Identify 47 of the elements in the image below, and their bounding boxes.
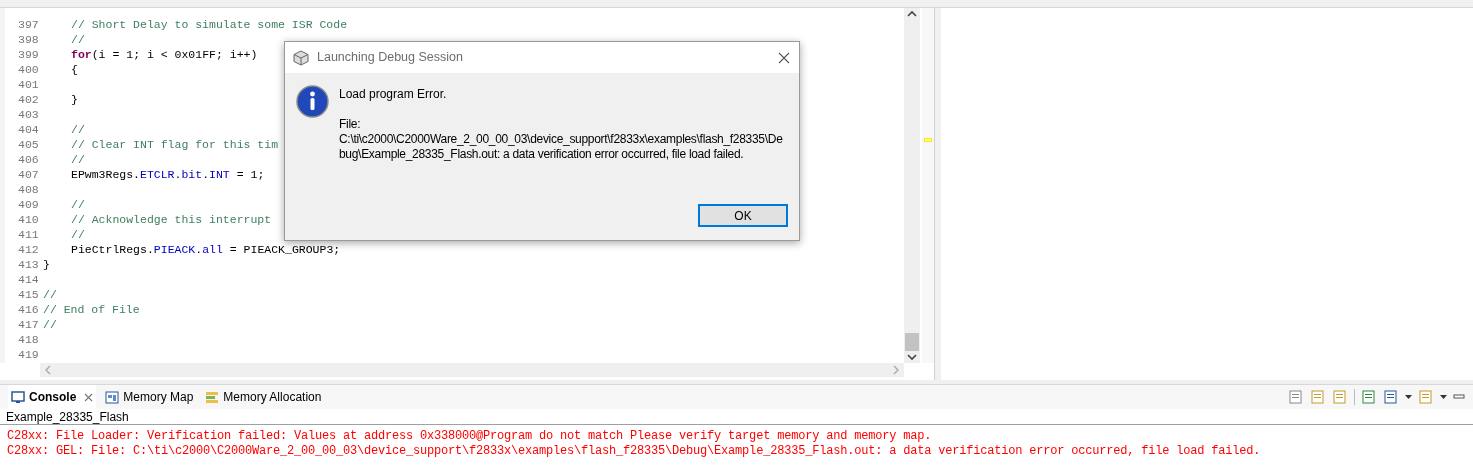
document-icon[interactable] — [1332, 389, 1348, 405]
code-line: // End of File — [42, 302, 140, 317]
error-message-line: bug\Example_28335_Flash.out: a data verification error occurred, file load failed. — [339, 147, 745, 162]
vertical-scrollbar[interactable] — [904, 8, 920, 363]
code-line: } — [70, 92, 78, 107]
code-line: // Clear INT flag for this tim — [70, 137, 279, 152]
minimize-icon[interactable] — [1453, 394, 1465, 400]
scroll-left-icon[interactable] — [44, 365, 51, 375]
code-line: // — [70, 227, 85, 242]
info-icon — [296, 85, 329, 118]
close-icon[interactable] — [84, 392, 94, 402]
error-message-line: C:\ti\c2000\C2000Ware_2_00_00_03\device_support\f2833x\examples\flash_f28335\De — [339, 132, 783, 147]
console-error-line: C28xx: File Loader: Verification failed: Values at address 0x338000@Program do not match Please verify target memory and memory map. — [7, 429, 933, 444]
dialog-title: Launching Debug Session — [317, 49, 464, 67]
code-line: for(i = 1; i < 0x01FF; i++) — [70, 47, 258, 62]
scroll-down-icon[interactable] — [907, 353, 917, 361]
overview-marker — [924, 138, 932, 142]
code-line: // — [70, 152, 85, 167]
code-line: // Acknowledge this interrupt — [70, 212, 272, 227]
error-heading: Load program Error. — [339, 87, 448, 102]
console-error-line: C28xx: GEL: File: C:\ti\c2000\C2000Ware_2_00_00_03\device_support\f2833x\examples\flash_f28335\Debug\Example_28335_Flash.out: a data verification error occurred, file load failed. — [7, 444, 1262, 459]
panel-tab[interactable]: Memory Map — [102, 385, 197, 409]
close-icon[interactable] — [777, 50, 791, 65]
code-line: // — [70, 32, 85, 47]
cube-icon — [293, 49, 309, 66]
scroll-right-icon[interactable] — [893, 365, 900, 375]
dropdown-icon[interactable] — [1405, 395, 1412, 399]
scroll-up-icon[interactable] — [907, 10, 917, 18]
panel-tab[interactable]: Memory Allocation — [202, 385, 325, 409]
code-line: } — [42, 257, 50, 272]
grid-icon — [105, 390, 120, 404]
horizontal-scrollbar[interactable] — [40, 363, 904, 377]
scroll-thumb[interactable] — [905, 333, 919, 351]
ok-button[interactable]: OK — [698, 204, 788, 227]
code-line: EPwm3Regs.ETCLR.bit.INT = 1; — [70, 167, 265, 182]
code-line: // — [42, 317, 57, 332]
error-message-line: File: — [339, 117, 362, 132]
code-line: { — [70, 62, 78, 77]
code-line: // — [70, 197, 85, 212]
code-line: // Short Delay to simulate some ISR Code — [70, 17, 348, 32]
code-line: PieCtrlRegs.PIEACK.all = PIEACK_GROUP3; — [70, 242, 341, 257]
console-title: Example_28335_Flash — [6, 408, 129, 426]
code-line: // — [42, 287, 57, 302]
dropdown-icon[interactable] — [1440, 395, 1447, 399]
panel-tab[interactable]: Console — [8, 385, 97, 409]
code-line: // — [70, 122, 85, 137]
stacked-bars-icon — [205, 390, 220, 404]
